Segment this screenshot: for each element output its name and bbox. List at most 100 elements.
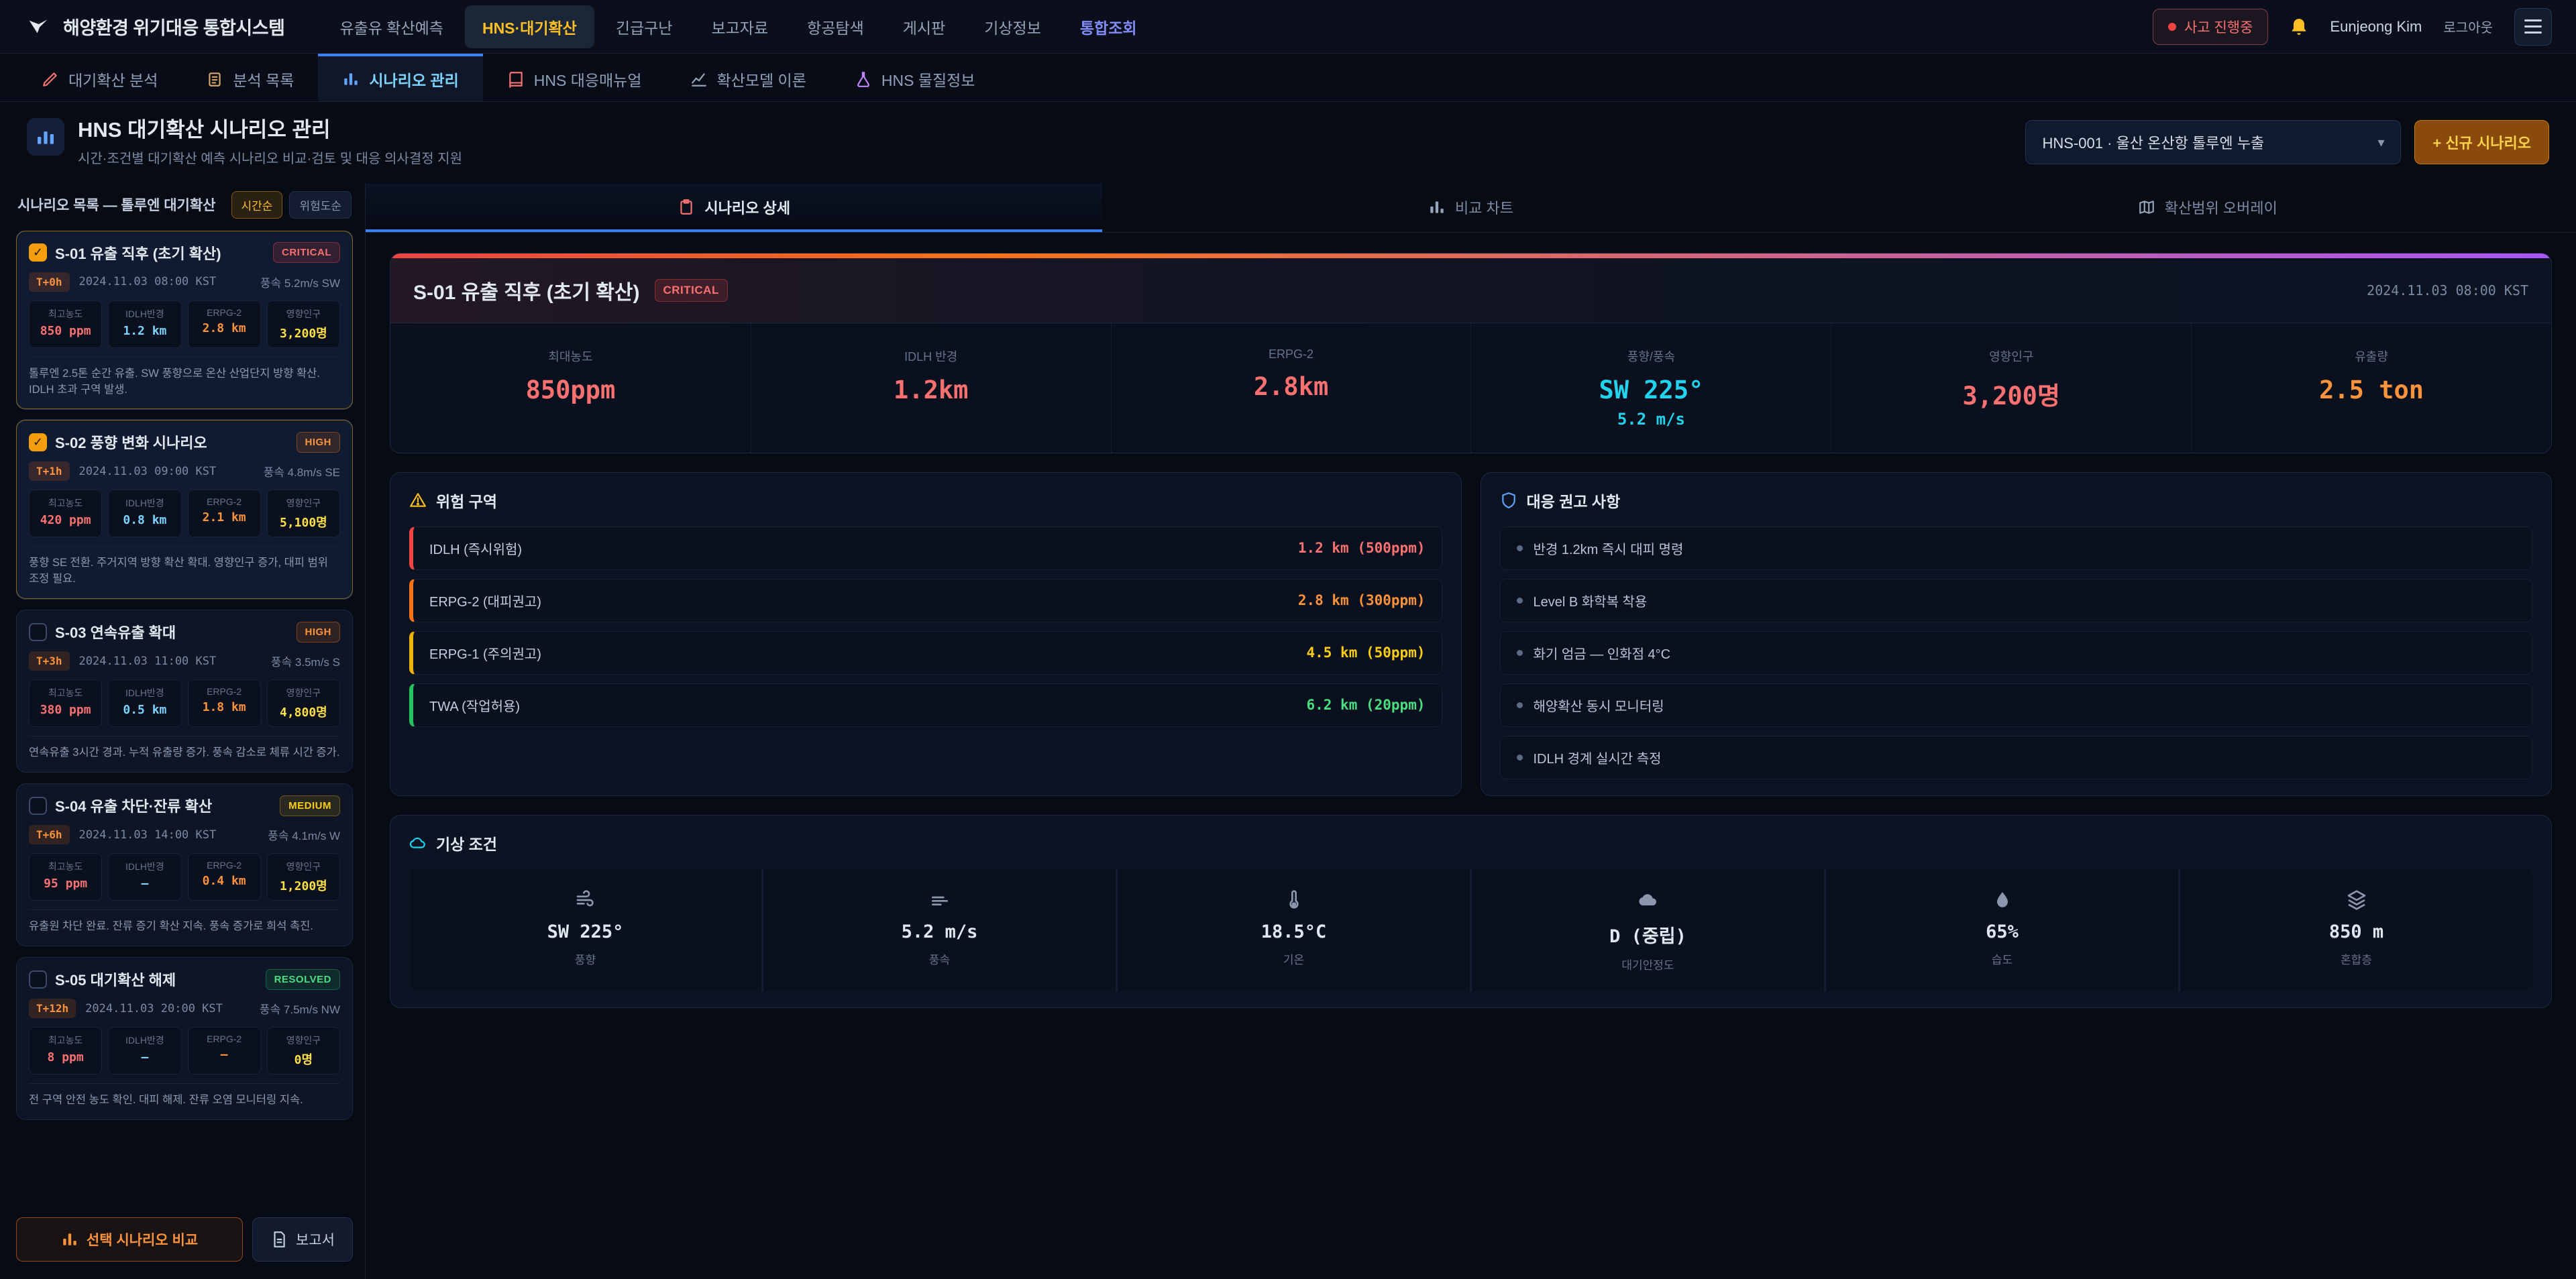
scenario-title: S-03 연속유출 확대 [55, 621, 176, 643]
severity-badge: CRITICAL [655, 279, 728, 302]
hamburger-menu-button[interactable] [2514, 8, 2552, 46]
scenario-description: 풍향 SE 전환. 주거지역 방향 확산 확대. 영향인구 증가, 대피 범위 … [29, 546, 340, 588]
clipboard-icon [678, 199, 695, 216]
nav-item-board[interactable]: 게시판 [885, 5, 963, 48]
droplet-icon [1833, 888, 2171, 912]
page-subtitle: 시간·조건별 대기확산 예측 시나리오 비교·검토 및 대응 의사결정 지원 [78, 148, 462, 167]
scenario-checkbox[interactable] [29, 623, 47, 641]
incident-select-value: HNS-001 · 울산 온산항 톨루엔 누출 [2042, 131, 2264, 153]
time-offset-chip: T+1h [29, 461, 70, 481]
nav-item-integrated-search[interactable]: 통합조회 [1063, 5, 1155, 48]
scenario-card-s01[interactable]: S-01 유출 직후 (초기 확산) CRITICAL T+0h 2024.11… [16, 231, 353, 410]
detail-title: S-01 유출 직후 (초기 확산) [413, 276, 640, 305]
scenario-checkbox[interactable] [29, 433, 47, 451]
tab-diffusion-overlay[interactable]: 확산범위 오버레이 [1839, 183, 2576, 232]
scenario-datetime: 2024.11.03 20:00 KST [85, 1002, 223, 1015]
wing-logo-icon [24, 13, 52, 41]
tab-hns-substance-info[interactable]: HNS 물질정보 [830, 54, 1000, 101]
scenario-checkbox[interactable] [29, 970, 47, 989]
scenario-checkbox[interactable] [29, 797, 47, 815]
scenario-meta: T+6h 2024.11.03 14:00 KST 풍속 4.1m/s W [29, 825, 340, 844]
severity-badge: CRITICAL [273, 242, 340, 263]
scenario-title: S-05 대기확산 해제 [55, 968, 176, 990]
thermometer-icon [1124, 888, 1463, 912]
report-button[interactable]: 보고서 [252, 1217, 353, 1262]
scenario-datetime: 2024.11.03 14:00 KST [79, 828, 217, 842]
bullet-icon [1517, 650, 1523, 656]
detail-tabbar: 시나리오 상세 비교 차트 확산범위 오버레이 [366, 183, 2576, 233]
scenario-list-title: 시나리오 목록 — 톨루엔 대기확산 [17, 194, 225, 215]
scenario-card-s03[interactable]: S-03 연속유출 확대 HIGH T+3h 2024.11.03 11:00 … [16, 610, 353, 773]
wind-icon [416, 888, 755, 912]
sidebar-footer: 선택 시나리오 비교 보고서 [16, 1204, 353, 1262]
main-content: S-01 유출 직후 (초기 확산) CRITICAL 2024.11.03 0… [366, 233, 2576, 1279]
sort-by-time-chip[interactable]: 시간순 [231, 191, 283, 219]
severity-badge: MEDIUM [280, 795, 340, 816]
topnav-right: 사고 진행중 Eunjeong Kim 로그아웃 [2153, 8, 2552, 46]
status-dot-icon [2168, 23, 2176, 31]
scenario-stats: 최고농도8 ppm IDLH반경— ERPG-2— 영향인구0명 [29, 1027, 340, 1074]
nav-item-reports[interactable]: 보고자료 [694, 5, 786, 48]
scenario-card-s04[interactable]: S-04 유출 차단·잔류 확산 MEDIUM T+6h 2024.11.03 … [16, 783, 353, 946]
detail-timestamp: 2024.11.03 08:00 KST [2367, 282, 2528, 298]
warning-icon [409, 492, 427, 509]
bar-chart-icon [342, 70, 360, 88]
stat-idlh-radius: IDLH 반경 1.2km [751, 323, 1111, 453]
time-offset-chip: T+3h [29, 651, 70, 671]
bell-icon [2288, 16, 2310, 38]
document-icon [270, 1231, 288, 1248]
bullet-icon [1517, 598, 1523, 604]
weather-mixing-layer: 850 m 혼합층 [2180, 869, 2532, 991]
stat-affected-population: 영향인구 3,200명 [1831, 323, 2191, 453]
scenario-card-s05[interactable]: S-05 대기확산 해제 RESOLVED T+12h 2024.11.03 2… [16, 957, 353, 1120]
severity-badge: HIGH [297, 432, 341, 453]
bullet-icon [1517, 755, 1523, 761]
tab-hns-manual[interactable]: HNS 대응매뉴얼 [483, 54, 666, 101]
scenario-checkbox[interactable] [29, 243, 47, 262]
bullet-icon [1517, 702, 1523, 708]
sort-by-risk-chip[interactable]: 위험도순 [289, 191, 352, 219]
weather-stability: D (중립) 대기안정도 [1472, 869, 1824, 991]
tab-compare-chart[interactable]: 비교 차트 [1102, 183, 1839, 232]
notification-bell-button[interactable] [2286, 13, 2312, 40]
scenario-meta: T+1h 2024.11.03 09:00 KST 풍속 4.8m/s SE [29, 461, 340, 481]
risk-zone-row: IDLH (즉시위험) 1.2 km (500ppm) [409, 526, 1442, 570]
stat-erpg2-radius: ERPG-2 2.8km [1111, 323, 1471, 453]
recommendation-item: Level B 화학복 착용 [1500, 579, 2533, 622]
nav-item-hns-diffusion[interactable]: HNS·대기확산 [465, 5, 594, 48]
scenario-stats: 최고농도95 ppm IDLH반경— ERPG-20.4 km 영향인구1,20… [29, 853, 340, 901]
nav-item-rescue[interactable]: 긴급구난 [598, 5, 690, 48]
nav-item-oil-spill[interactable]: 유출유 확산예측 [322, 5, 461, 48]
scenario-datetime: 2024.11.03 11:00 KST [79, 655, 217, 668]
severity-badge: RESOLVED [266, 969, 340, 990]
new-scenario-button[interactable]: + 신규 시나리오 [2414, 120, 2549, 164]
app-logo: 해양환경 위기대응 통합시스템 [24, 13, 284, 41]
compare-chart-icon [61, 1231, 78, 1248]
tab-analysis-list[interactable]: 분석 목록 [182, 54, 318, 101]
nav-item-aerial-search[interactable]: 항공탐색 [790, 5, 881, 48]
logout-button[interactable]: 로그아웃 [2439, 16, 2497, 37]
scenario-wind: 풍속 3.5m/s S [271, 653, 340, 669]
scenario-description: 유출원 차단 완료. 잔류 증기 확산 지속. 풍속 증가로 희석 촉진. [29, 909, 340, 935]
user-name: Eunjeong Kim [2330, 18, 2422, 36]
stat-max-concentration: 최대농도 850ppm [390, 323, 751, 453]
incident-select[interactable]: HNS-001 · 울산 온산항 톨루엔 누출 ▾ [2025, 120, 2401, 164]
tab-scenario-management[interactable]: 시나리오 관리 [318, 54, 482, 101]
scenario-datetime: 2024.11.03 08:00 KST [79, 275, 217, 288]
scenario-title: S-02 풍향 변화 시나리오 [55, 431, 207, 453]
stat-wind: 풍향/풍속 SW 225° 5.2 m/s [1470, 323, 1831, 453]
nav-item-weather[interactable]: 기상정보 [967, 5, 1059, 48]
compare-scenarios-button[interactable]: 선택 시나리오 비교 [16, 1217, 243, 1262]
scenario-title: S-01 유출 직후 (초기 확산) [55, 242, 221, 264]
risk-zone-row: ERPG-2 (대피권고) 2.8 km (300ppm) [409, 579, 1442, 622]
scenario-description: 연속유출 3시간 경과. 누적 유출량 증가. 풍속 감소로 체류 시간 증가. [29, 736, 340, 761]
tab-model-theory[interactable]: 확산모델 이론 [666, 54, 830, 101]
scenario-datetime: 2024.11.03 09:00 KST [79, 465, 217, 478]
scenario-card-s02[interactable]: S-02 풍향 변화 시나리오 HIGH T+1h 2024.11.03 09:… [16, 420, 353, 599]
tab-scenario-detail[interactable]: 시나리오 상세 [366, 183, 1102, 232]
tab-diffusion-analysis[interactable]: 대기확산 분석 [17, 54, 182, 101]
time-offset-chip: T+0h [29, 272, 70, 292]
detail-header: S-01 유출 직후 (초기 확산) CRITICAL 2024.11.03 0… [390, 258, 2551, 323]
weather-humidity: 65% 습도 [1826, 869, 2178, 991]
scenario-meta: T+3h 2024.11.03 11:00 KST 풍속 3.5m/s S [29, 651, 340, 671]
